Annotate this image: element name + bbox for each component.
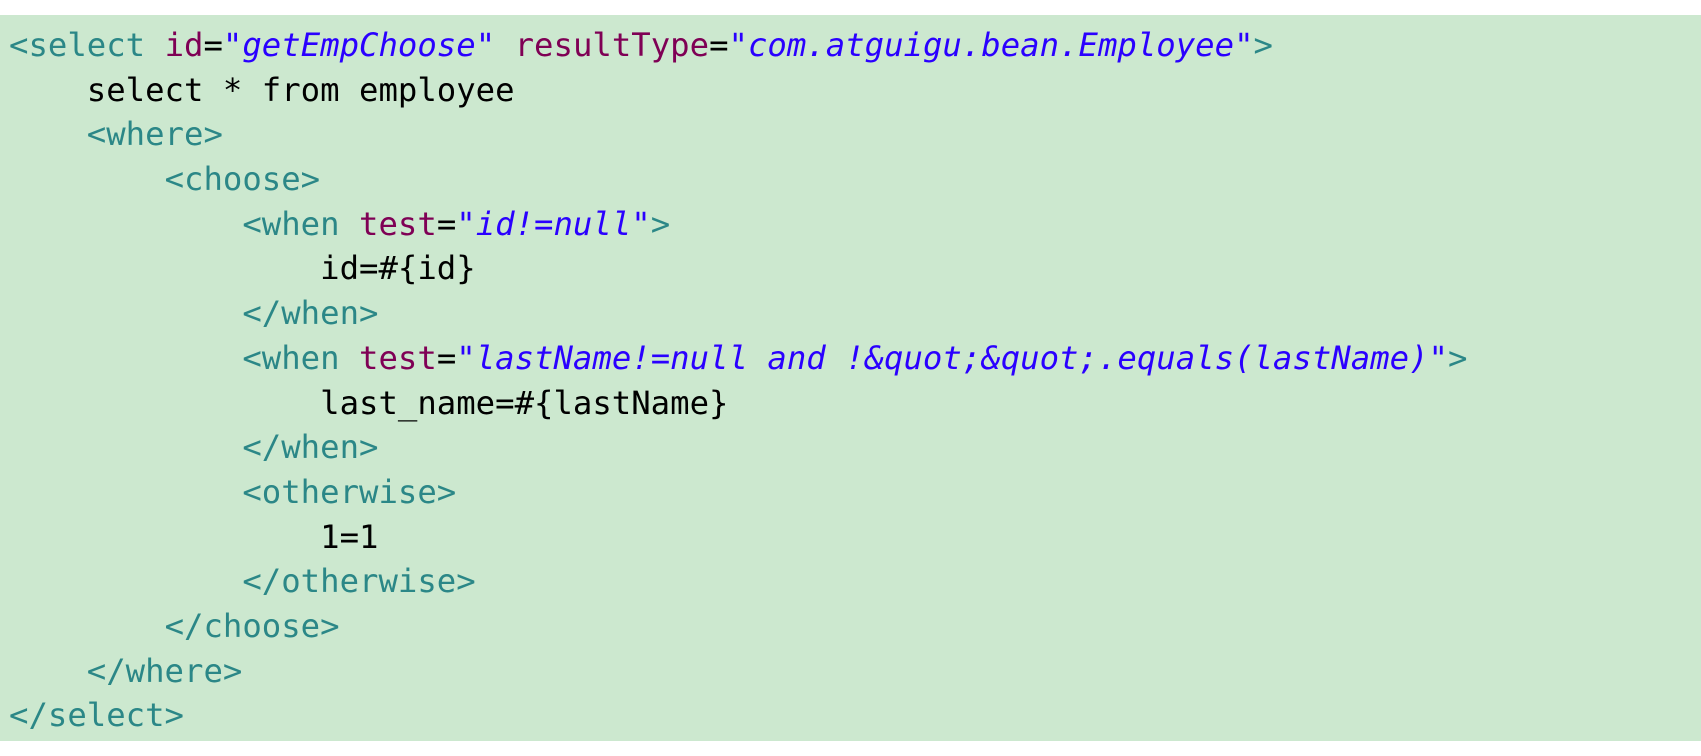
code-line-11: <otherwise>: [9, 470, 1701, 515]
code-line-9: last_name=#{lastName}: [9, 381, 1701, 426]
when-close-tag: </when>: [242, 294, 379, 333]
value-test-1: "id!=null": [456, 204, 651, 243]
close-bracket: >: [1447, 338, 1468, 377]
when-open-tag: <when: [242, 338, 340, 377]
when-close-tag: </when>: [242, 428, 379, 467]
select-close-tag: </select>: [9, 696, 184, 735]
attr-id: id: [164, 26, 204, 64]
otherwise-body: 1=1: [320, 517, 379, 556]
code-line-1: <select id="getEmpChoose" resultType="co…: [9, 23, 1701, 68]
where-close-tag: </where>: [86, 651, 243, 690]
code-line-14: </choose>: [9, 604, 1701, 649]
otherwise-close-tag: </otherwise>: [242, 562, 476, 601]
code-line-12: 1=1: [9, 515, 1701, 560]
code-line-16: </select>: [9, 693, 1701, 738]
where-open-tag: <where>: [86, 115, 223, 154]
code-line-8: <when test="lastName!=null and !&quot;&q…: [9, 336, 1701, 381]
equals-sign: =: [203, 26, 223, 64]
value-test-2: "lastName!=null and !&quot;&quot;.equals…: [456, 338, 1448, 377]
close-bracket: >: [1253, 26, 1273, 64]
sql-select-text: select * from employee: [86, 70, 515, 109]
choose-close-tag: </choose>: [164, 606, 340, 645]
when-body-1: id=#{id}: [320, 249, 476, 288]
value-result-type: "com.atguigu.bean.Employee": [728, 26, 1254, 64]
code-line-13: </otherwise>: [9, 559, 1701, 604]
equals-sign: =: [709, 26, 729, 64]
code-editor[interactable]: <select id="getEmpChoose" resultType="co…: [0, 15, 1701, 741]
attr-test: test: [359, 338, 437, 377]
when-body-2: last_name=#{lastName}: [320, 383, 729, 422]
when-open-tag: <when: [242, 204, 340, 243]
code-line-15: </where>: [9, 649, 1701, 694]
code-line-2: select * from employee: [9, 68, 1701, 113]
otherwise-open-tag: <otherwise>: [242, 472, 457, 511]
code-line-7: </when>: [9, 291, 1701, 336]
code-line-4: <choose>: [9, 157, 1701, 202]
code-line-5: <when test="id!=null">: [9, 202, 1701, 247]
code-line-6: id=#{id}: [9, 246, 1701, 291]
close-bracket: >: [650, 204, 671, 243]
select-open-tag: <select: [9, 26, 146, 64]
equals-sign: =: [436, 204, 457, 243]
choose-open-tag: <choose>: [164, 160, 321, 199]
code-line-10: </when>: [9, 425, 1701, 470]
equals-sign: =: [436, 338, 457, 377]
attr-result-type: resultType: [514, 26, 710, 64]
attr-test: test: [359, 204, 437, 243]
value-id: "getEmpChoose": [222, 26, 496, 64]
code-line-3: <where>: [9, 112, 1701, 157]
